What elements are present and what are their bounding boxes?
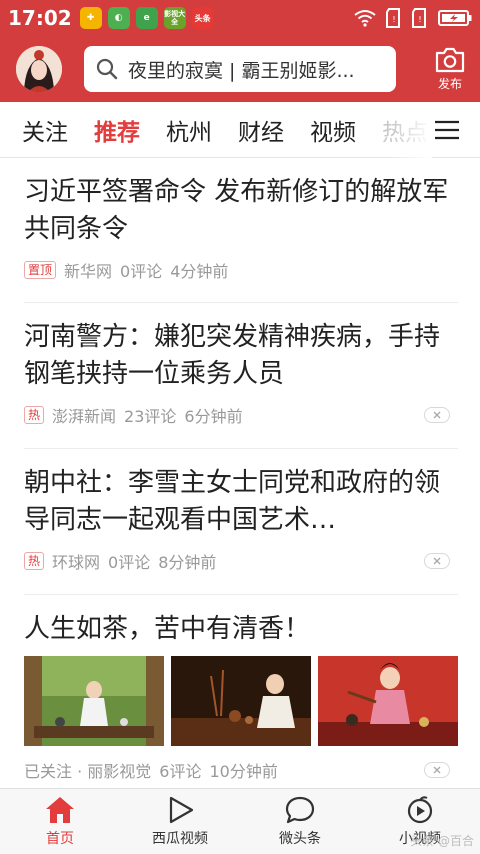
status-bar: 17:02 ✚ ◐ e 影视大全 头条 ! ! xyxy=(0,0,480,36)
dismiss-button[interactable] xyxy=(424,553,450,569)
tab-following[interactable]: 关注 xyxy=(22,113,68,147)
play-icon xyxy=(169,796,194,824)
thumbnail-image xyxy=(24,656,164,746)
svg-text:!: ! xyxy=(418,15,421,24)
tab-finance[interactable]: 财经 xyxy=(238,113,284,147)
status-app-icons: ✚ ◐ e 影视大全 头条 xyxy=(79,7,214,29)
dismiss-button[interactable] xyxy=(424,407,450,423)
tab-recommended[interactable]: 推荐 xyxy=(94,113,140,147)
dismiss-button[interactable] xyxy=(424,762,450,778)
battery-charging-icon xyxy=(438,10,472,26)
tab-video[interactable]: 视频 xyxy=(310,113,356,147)
close-icon xyxy=(433,411,441,419)
article-title: 河南警方：嫌犯突发精神疾病，手持钢笔挟持一位乘务人员 xyxy=(24,322,441,389)
article-meta: 热 环球网 0评论 8分钟前 xyxy=(24,549,458,573)
tab-hangzhou[interactable]: 杭州 xyxy=(166,113,212,147)
article-time: 10分钟前 xyxy=(209,762,278,781)
nav-home[interactable]: 首页 xyxy=(0,789,120,854)
wifi-icon xyxy=(354,10,376,27)
short-video-icon xyxy=(407,796,433,824)
article-card[interactable]: 习近平签署命令 发布新修订的解放军共同条令 置顶 新华网 0评论 4分钟前 xyxy=(24,158,458,303)
hot-badge: 热 xyxy=(24,552,45,570)
article-title: 朝中社：李雪主女士同党和政府的领导同志一起观看中国艺术… xyxy=(24,468,441,535)
sim2-signal-icon: ! xyxy=(412,8,426,28)
thumbnail-image xyxy=(318,656,458,746)
article-comments: 6评论 xyxy=(159,762,202,781)
video-app-notification-icon: 影视大全 xyxy=(163,7,186,29)
thumbnail-image xyxy=(171,656,311,746)
bottom-navigation: 首页 西瓜视频 微头条 小视频 xyxy=(0,788,480,854)
camera-icon xyxy=(435,47,465,73)
browser-notification-icon: ◐ xyxy=(107,7,130,29)
app-header: 夜里的寂寞 | 霸王别姬影... 发布 xyxy=(0,36,480,102)
article-source: 新华网 xyxy=(64,262,113,281)
article-meta: 已关注 · 丽影视觉 6评论 10分钟前 xyxy=(24,758,458,782)
svg-text:!: ! xyxy=(392,15,395,24)
chat-bubble-icon xyxy=(285,796,315,824)
close-icon xyxy=(433,766,441,774)
home-icon xyxy=(46,797,74,823)
watermark: 头条 @百合 xyxy=(410,834,474,848)
article-meta: 热 澎湃新闻 23评论 6分钟前 xyxy=(24,403,458,427)
article-time: 8分钟前 xyxy=(158,553,217,572)
channel-menu-icon[interactable] xyxy=(434,120,460,140)
article-time: 4分钟前 xyxy=(170,262,229,281)
close-icon xyxy=(433,557,441,565)
nav-weitoutiao[interactable]: 微头条 xyxy=(240,789,360,854)
article-source: 环球网 xyxy=(52,553,101,572)
article-time: 6分钟前 xyxy=(184,407,243,426)
publish-button[interactable]: 发布 xyxy=(434,46,466,92)
nav-xigua-video-label: 西瓜视频 xyxy=(152,831,208,847)
sim1-signal-icon: ! xyxy=(386,8,400,28)
tabs-fade-overlay xyxy=(392,102,432,158)
nav-xigua-video[interactable]: 西瓜视频 xyxy=(120,789,240,854)
article-title: 习近平签署命令 发布新修订的解放军共同条令 xyxy=(24,177,449,244)
nav-home-label: 首页 xyxy=(46,831,74,847)
article-source: 已关注 · 丽影视觉 xyxy=(24,762,152,781)
article-card[interactable]: 人生如茶，苦中有清香！ 已关注 · 丽影视觉 6评论 10分钟前 xyxy=(24,595,458,788)
news-feed: 习近平签署命令 发布新修订的解放军共同条令 置顶 新华网 0评论 4分钟前 河南… xyxy=(24,158,458,788)
publish-label: 发布 xyxy=(437,77,462,91)
status-time: 17:02 xyxy=(8,6,72,30)
search-bar[interactable]: 夜里的寂寞 | 霸王别姬影... xyxy=(84,46,396,92)
pinned-badge: 置顶 xyxy=(24,261,57,279)
article-comments: 0评论 xyxy=(108,553,151,572)
nav-weitoutiao-label: 微头条 xyxy=(279,831,321,847)
article-meta: 置顶 新华网 0评论 4分钟前 xyxy=(24,258,458,282)
channel-tabs: 关注 推荐 杭州 财经 视频 热点 xyxy=(0,102,480,158)
ie-notification-icon: e xyxy=(135,7,158,29)
article-comments: 0评论 xyxy=(120,262,163,281)
article-card[interactable]: 朝中社：李雪主女士同党和政府的领导同志一起观看中国艺术… 热 环球网 0评论 8… xyxy=(24,449,458,595)
search-icon xyxy=(96,58,118,80)
article-card[interactable]: 河南警方：嫌犯突发精神疾病，手持钢笔挟持一位乘务人员 热 澎湃新闻 23评论 6… xyxy=(24,303,458,449)
article-thumbnails xyxy=(24,656,458,746)
hot-badge: 热 xyxy=(24,406,45,424)
article-comments: 23评论 xyxy=(124,407,177,426)
article-source: 澎湃新闻 xyxy=(52,407,117,426)
toutiao-notification-icon: 头条 xyxy=(191,7,214,29)
search-placeholder: 夜里的寂寞 | 霸王别姬影... xyxy=(128,59,355,82)
article-title: 人生如茶，苦中有清香！ xyxy=(24,614,311,644)
app-notification-icon: ✚ xyxy=(79,7,102,29)
user-avatar[interactable] xyxy=(16,46,62,92)
